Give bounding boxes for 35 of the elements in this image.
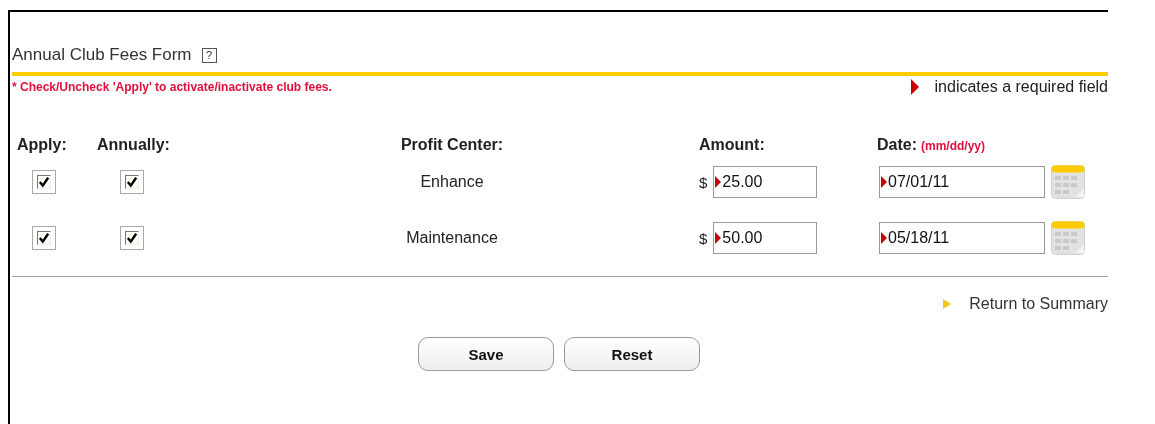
column-header: Profit Center: — [400, 136, 504, 153]
checkbox[interactable] — [120, 226, 144, 250]
instruction-note: * Check/Uncheck 'Apply' to activate/inactivate club fees. — [12, 80, 332, 94]
checkbox[interactable] — [120, 170, 144, 194]
currency-symbol: $ — [699, 173, 708, 191]
table-cell: Maintenance — [406, 229, 498, 246]
amount-field[interactable]: 25.00 — [713, 166, 818, 198]
checkmark-icon — [126, 176, 138, 188]
form-button[interactable]: Save — [418, 337, 554, 371]
required-marker-icon — [881, 232, 887, 244]
checkmark-icon — [38, 176, 50, 188]
arrow-icon — [943, 299, 952, 309]
checkbox[interactable] — [32, 226, 56, 250]
required-marker-icon — [715, 232, 722, 244]
date-field[interactable]: 07/01/11 — [879, 166, 1045, 198]
amount-field[interactable]: 50.00 — [713, 222, 818, 254]
column-header: Annually: — [97, 136, 170, 153]
help-icon[interactable]: ? — [201, 47, 217, 63]
column-header: Date: — [877, 136, 917, 154]
return-link[interactable]: Return to Summary — [969, 295, 1108, 313]
form-button[interactable]: Reset — [564, 337, 700, 371]
column-header: Amount: — [699, 136, 765, 153]
checkmark-icon — [126, 232, 138, 244]
checkbox[interactable] — [32, 170, 56, 194]
date-field[interactable]: 05/18/11 — [879, 222, 1045, 254]
table-cell: Enhance — [420, 173, 484, 190]
form-title: Annual Club Fees Form — [12, 45, 192, 65]
required-marker-icon — [881, 176, 887, 188]
required-marker-icon — [715, 176, 722, 188]
date-format-hint: (mm/dd/yy) — [921, 139, 986, 153]
required-marker-icon — [910, 79, 919, 95]
checkmark-icon — [38, 232, 50, 244]
currency-symbol: $ — [699, 229, 708, 247]
column-header: Apply: — [17, 136, 67, 153]
required-legend: indicates a required field — [934, 78, 1108, 96]
